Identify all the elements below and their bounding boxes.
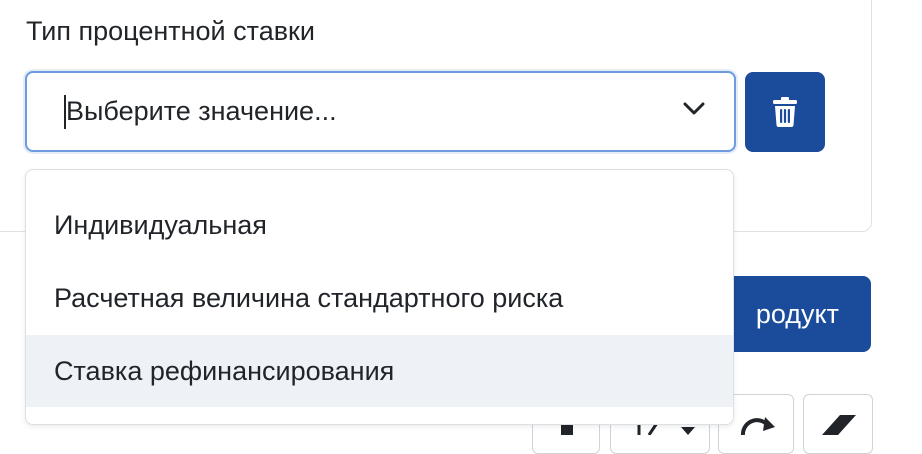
delete-button[interactable] bbox=[745, 72, 825, 152]
eraser-button[interactable] bbox=[803, 394, 873, 454]
dropdown-option[interactable]: Расчетная величина стандартного риска bbox=[26, 262, 733, 334]
dropdown-option[interactable]: Индивидуальная bbox=[26, 189, 733, 261]
interest-rate-type-label: Тип процентной ставки bbox=[26, 16, 315, 46]
eraser-icon bbox=[822, 415, 856, 435]
select-placeholder: Выберите значение... bbox=[66, 96, 337, 126]
chevron-down-icon[interactable] bbox=[683, 102, 705, 116]
dropdown-option-highlighted[interactable]: Ставка рефинансирования bbox=[26, 335, 733, 407]
trash-icon bbox=[773, 97, 797, 127]
interest-rate-type-dropdown: Индивидуальная Расчетная величина станда… bbox=[25, 169, 734, 425]
interest-rate-type-select[interactable]: Выберите значение... bbox=[25, 71, 736, 152]
